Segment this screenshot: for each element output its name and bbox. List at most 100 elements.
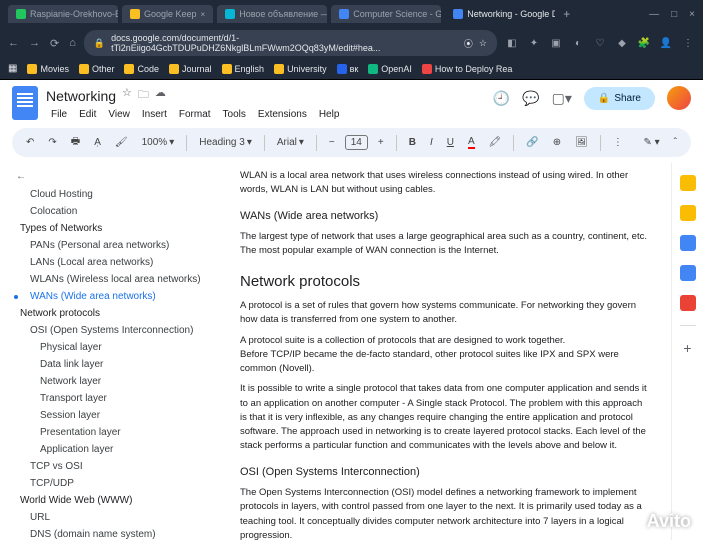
menu-edit[interactable]: Edit bbox=[74, 107, 101, 122]
browser-tab[interactable]: Raspianie-Orekhovo-Bo× bbox=[8, 5, 118, 23]
contacts-icon[interactable] bbox=[680, 265, 696, 281]
keep-icon[interactable] bbox=[680, 205, 696, 221]
comments-icon[interactable]: 💬 bbox=[522, 90, 539, 107]
outline-item[interactable]: Presentation layer bbox=[0, 424, 220, 441]
paint-format-button[interactable]: 🖌 bbox=[111, 135, 132, 150]
star-icon[interactable]: ☆ bbox=[122, 86, 132, 105]
bookmark-item[interactable]: Journal bbox=[169, 64, 212, 74]
bookmark-item[interactable]: University bbox=[274, 64, 327, 74]
more-tools-button[interactable]: ⋮ bbox=[609, 135, 627, 150]
outline-item[interactable]: DNS (domain name system) bbox=[0, 526, 220, 540]
bookmark-item[interactable]: English bbox=[222, 64, 265, 74]
menu-insert[interactable]: Insert bbox=[137, 107, 172, 122]
bookmark-item[interactable]: Other bbox=[79, 64, 115, 74]
outline-item[interactable]: Network layer bbox=[0, 373, 220, 390]
extensions-button[interactable]: 🧩 bbox=[637, 36, 651, 50]
link-button[interactable]: 🔗 bbox=[522, 135, 542, 150]
image-button[interactable]: 🖼 bbox=[571, 135, 592, 150]
italic-button[interactable]: I bbox=[426, 135, 437, 150]
docs-logo-icon[interactable] bbox=[12, 86, 38, 120]
ext-icon[interactable]: ✦ bbox=[527, 36, 541, 50]
profile-icon[interactable]: 👤 bbox=[659, 36, 673, 50]
undo-button[interactable]: ↶ bbox=[22, 135, 38, 150]
document-title[interactable]: Networking bbox=[46, 88, 116, 104]
minimize-button[interactable]: — bbox=[649, 9, 659, 20]
font-select[interactable]: Arial ▾ bbox=[273, 135, 308, 150]
outline-item[interactable]: PANs (Personal area networks) bbox=[0, 237, 220, 254]
url-input[interactable]: 🔒 docs.google.com/document/d/1-tTi2nEiig… bbox=[84, 30, 497, 56]
comment-button[interactable]: ⊕ bbox=[549, 135, 565, 150]
bookmark-star-icon[interactable]: ☆ bbox=[479, 38, 487, 49]
menu-help[interactable]: Help bbox=[314, 107, 345, 122]
decrease-font-button[interactable]: − bbox=[325, 135, 339, 150]
history-icon[interactable]: 🕘 bbox=[493, 90, 510, 107]
ext-icon[interactable]: ◆ bbox=[615, 36, 629, 50]
print-button[interactable]: 🖶 bbox=[67, 132, 84, 153]
home-button[interactable]: ⌂ bbox=[69, 37, 76, 50]
add-addon-button[interactable]: + bbox=[683, 340, 691, 356]
share-button[interactable]: 🔒Share bbox=[584, 87, 655, 110]
bookmark-item[interactable]: OpenAI bbox=[368, 64, 412, 74]
underline-button[interactable]: U bbox=[443, 135, 458, 150]
menu-tools[interactable]: Tools bbox=[218, 107, 251, 122]
apps-button[interactable]: ▦ bbox=[8, 63, 17, 74]
user-avatar[interactable] bbox=[667, 86, 691, 110]
ext-icon[interactable]: ▣ bbox=[549, 36, 563, 50]
menu-extensions[interactable]: Extensions bbox=[253, 107, 312, 122]
new-tab-button[interactable]: + bbox=[559, 7, 574, 21]
outline-item-active[interactable]: WANs (Wide area networks) bbox=[0, 288, 220, 305]
outline-item[interactable]: Cloud Hosting bbox=[0, 186, 220, 203]
collapse-outline-button[interactable]: ← bbox=[0, 167, 220, 186]
browser-tab[interactable]: Google Keep× bbox=[122, 5, 213, 23]
browser-tab[interactable]: Computer Science - Goo× bbox=[331, 5, 441, 23]
meet-icon[interactable]: ▢▾ bbox=[552, 90, 572, 107]
increase-font-button[interactable]: + bbox=[374, 135, 388, 150]
forward-button[interactable]: → bbox=[29, 37, 40, 50]
editing-mode-button[interactable]: ✎ ▾ bbox=[639, 135, 663, 150]
bookmark-item[interactable]: Movies bbox=[27, 64, 69, 74]
redo-button[interactable]: ↷ bbox=[44, 135, 60, 150]
document-body[interactable]: WLAN is a local area network that uses w… bbox=[220, 163, 671, 540]
maximize-button[interactable]: □ bbox=[671, 9, 677, 20]
menu-button[interactable]: ⋮ bbox=[681, 36, 695, 50]
browser-tab-active[interactable]: Networking - Google Do× bbox=[445, 5, 555, 23]
menu-format[interactable]: Format bbox=[174, 107, 216, 122]
outline-item[interactable]: TCP/UDP bbox=[0, 475, 220, 492]
outline-item[interactable]: OSI (Open Systems Interconnection) bbox=[0, 322, 220, 339]
back-button[interactable]: ← bbox=[8, 37, 19, 50]
close-window-button[interactable]: × bbox=[689, 9, 695, 20]
outline-item[interactable]: LANs (Local area networks) bbox=[0, 254, 220, 271]
outline-item[interactable]: Transport layer bbox=[0, 390, 220, 407]
menu-file[interactable]: File bbox=[46, 107, 72, 122]
style-select[interactable]: Heading 3 ▾ bbox=[195, 135, 256, 150]
zoom-select[interactable]: 100% ▾ bbox=[138, 135, 179, 150]
maps-icon[interactable] bbox=[680, 295, 696, 311]
outline-item[interactable]: Colocation bbox=[0, 203, 220, 220]
outline-item[interactable]: Application layer bbox=[0, 441, 220, 458]
outline-item[interactable]: Data link layer bbox=[0, 356, 220, 373]
outline-item[interactable]: Types of Networks bbox=[0, 220, 220, 237]
ext-icon[interactable]: ♡ bbox=[593, 36, 607, 50]
bookmark-item[interactable]: вк bbox=[337, 64, 359, 74]
reload-button[interactable]: ⟳ bbox=[50, 37, 59, 50]
move-icon[interactable]: 🗀 bbox=[138, 86, 149, 105]
ext-icon[interactable]: ◧ bbox=[505, 36, 519, 50]
calendar-icon[interactable] bbox=[680, 175, 696, 191]
close-icon[interactable]: × bbox=[201, 10, 206, 19]
tasks-icon[interactable] bbox=[680, 235, 696, 251]
font-size-input[interactable]: 14 bbox=[345, 135, 368, 150]
outline-item[interactable]: Physical layer bbox=[0, 339, 220, 356]
browser-tab[interactable]: Новое объявление — C× bbox=[217, 5, 327, 23]
outline-item[interactable]: Network protocols bbox=[0, 305, 220, 322]
menu-view[interactable]: View bbox=[103, 107, 135, 122]
cloud-status-icon[interactable]: ☁ bbox=[155, 86, 166, 105]
bookmark-item[interactable]: How to Deploy Rea bbox=[422, 64, 513, 74]
outline-item[interactable]: Session layer bbox=[0, 407, 220, 424]
text-color-button[interactable]: A bbox=[464, 134, 479, 151]
ext-icon[interactable]: ◐ bbox=[571, 36, 585, 50]
translate-icon[interactable]: ⦿ bbox=[464, 37, 473, 50]
bookmark-item[interactable]: Code bbox=[124, 64, 159, 74]
outline-item[interactable]: World Wide Web (WWW) bbox=[0, 492, 220, 509]
outline-item[interactable]: TCP vs OSI bbox=[0, 458, 220, 475]
outline-item[interactable]: URL bbox=[0, 509, 220, 526]
